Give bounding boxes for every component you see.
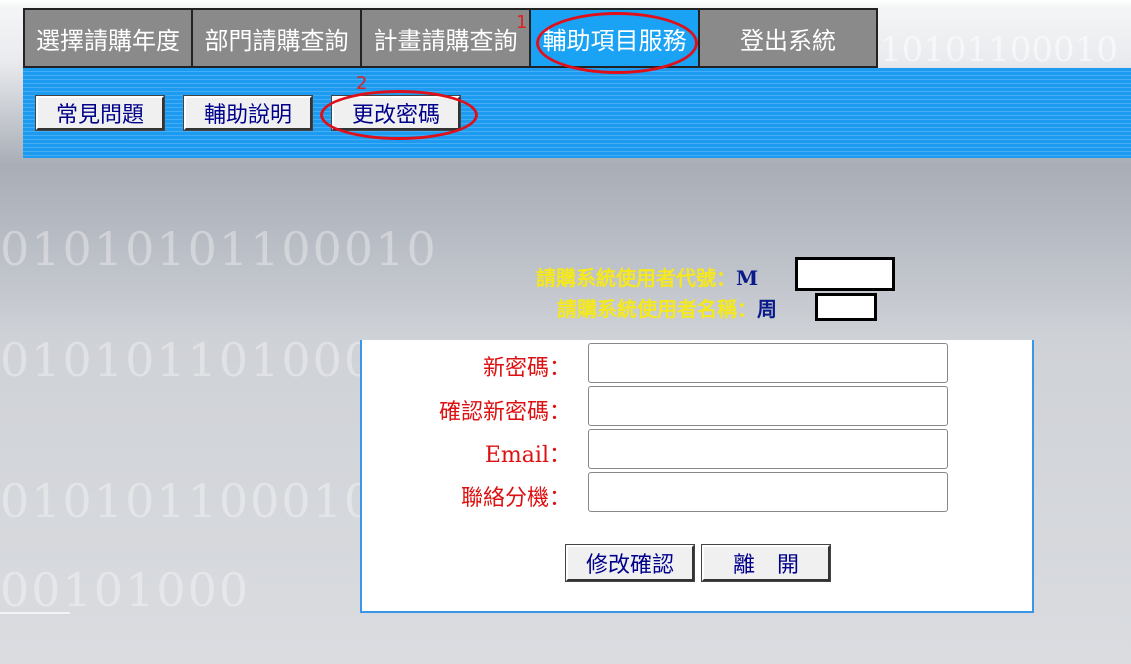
user-id-row: 請購系統使用者代號：M: [536, 262, 758, 291]
redaction-box: [815, 293, 877, 321]
background-binary-text: 00101000: [0, 563, 251, 617]
tab-project-query[interactable]: 計畫請購查詢: [360, 8, 531, 68]
new-password-input[interactable]: [588, 343, 948, 383]
background-divider: [0, 612, 70, 614]
email-label: Email：: [484, 443, 571, 468]
annotation-number: 2: [356, 73, 368, 94]
user-name-value: 周: [757, 297, 777, 321]
confirm-password-label: 確認新密碼：: [438, 400, 571, 425]
extension-input[interactable]: [588, 472, 948, 512]
user-id-value: M: [736, 266, 759, 290]
confirm-password-input[interactable]: [588, 386, 948, 426]
top-nav: 選擇請購年度 部門請購查詢 計畫請購查詢 輔助項目服務 登出系統: [23, 8, 878, 68]
email-input[interactable]: [588, 429, 948, 469]
background-binary-text: 01010101100010: [0, 222, 438, 276]
background-binary-text: 010101100010: [0, 474, 376, 528]
help-button[interactable]: 輔助說明: [183, 95, 313, 131]
tab-logout[interactable]: 登出系統: [698, 8, 878, 68]
redaction-box: [795, 257, 895, 291]
user-id-label: 請購系統使用者代號：: [536, 266, 736, 290]
user-name-row: 請購系統使用者名稱：周: [557, 293, 777, 322]
leave-button[interactable]: 離 開: [701, 544, 831, 582]
user-name-label: 請購系統使用者名稱：: [557, 297, 757, 321]
tab-select-year[interactable]: 選擇請購年度: [23, 8, 193, 68]
new-password-label: 新密碼：: [482, 356, 571, 381]
annotation-number: 1: [516, 12, 528, 33]
submit-button[interactable]: 修改確認: [565, 544, 695, 582]
tab-auxiliary-services[interactable]: 輔助項目服務: [529, 8, 700, 68]
change-password-button[interactable]: 更改密碼: [331, 95, 461, 131]
extension-label: 聯絡分機：: [460, 486, 571, 511]
tab-department-query[interactable]: 部門請購查詢: [191, 8, 362, 68]
faq-button[interactable]: 常見問題: [35, 95, 165, 131]
background-binary-text: 10101100010 交: [880, 30, 1131, 70]
